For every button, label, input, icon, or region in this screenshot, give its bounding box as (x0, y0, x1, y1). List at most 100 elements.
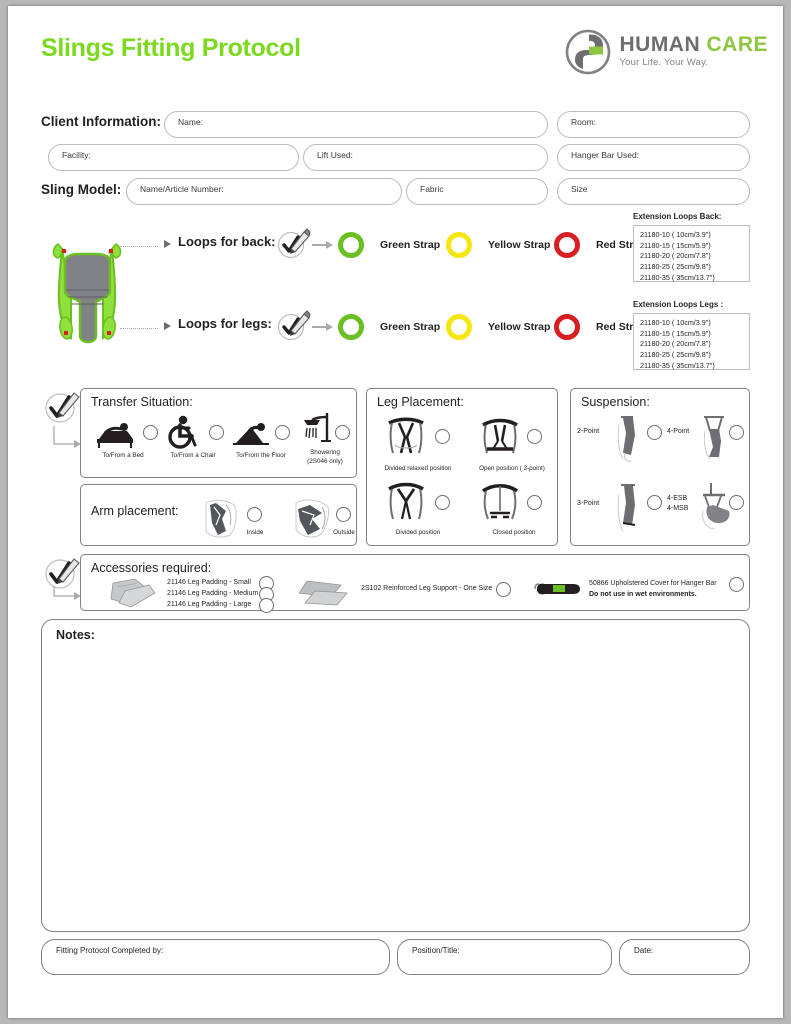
loops-legs-option-yellow-strap-label: Yellow Strap (488, 321, 551, 333)
field-lift-used[interactable]: Lift Used: (303, 144, 548, 171)
accessory-leg-padding-medium-label: 21146 Leg Padding - Medium (167, 590, 259, 597)
transfer-option-floor-label: To/From the Floor (236, 452, 286, 459)
sling-model-label: Sling Model: (41, 182, 122, 197)
sling-open-3point-icon (475, 415, 525, 459)
loops-legs-option-green-strap[interactable] (338, 314, 364, 340)
leg-placement-option-closed[interactable] (527, 495, 542, 510)
leg-placement-option-divided-relaxed-label: Divided relaxed position (384, 465, 452, 472)
suspension-3point-icon (613, 481, 643, 535)
arm-placement-option-inside[interactable] (247, 507, 262, 522)
leg-padding-icon (105, 577, 161, 609)
field-facility-label: Facility: (62, 150, 91, 160)
field-date[interactable]: Date: (619, 939, 750, 975)
field-name-article-number[interactable]: Name/Article Number: (126, 178, 402, 205)
accessory-hanger-bar-cover-warning: Do not use in wet environments. (589, 591, 697, 598)
field-name[interactable]: Name: (164, 111, 548, 138)
leg-placement-option-divided-relaxed[interactable] (435, 429, 450, 444)
suspension-2point-icon (613, 413, 643, 463)
wheelchair-icon (163, 415, 201, 449)
pencil-check-icon-legs (276, 309, 311, 343)
arrow-icon-back (164, 240, 171, 248)
field-lift-used-label: Lift Used: (317, 150, 353, 160)
page-title: Slings Fitting Protocol (41, 34, 301, 62)
extension-loops-back-item: 21180-15 ( 15cm/5.9") (640, 240, 711, 250)
accessory-option-leg-padding-large[interactable] (259, 598, 274, 613)
notes-panel[interactable]: Notes: (41, 619, 750, 932)
loops-for-legs-label: Loops for legs: (178, 316, 272, 331)
loops-legs-option-green-strap-label: Green Strap (380, 321, 441, 333)
connector-back-line (120, 246, 158, 247)
leg-placement-option-divided-label: Divided position (395, 529, 441, 536)
human-care-logo: HUMAN CARE Your Life. Your Way. (565, 28, 768, 76)
field-fabric[interactable]: Fabric (406, 178, 548, 205)
leg-placement-option-open-3point[interactable] (527, 429, 542, 444)
accessory-leg-padding-small-label: 21146 Leg Padding - Small (167, 579, 251, 586)
loops-back-option-red-straps[interactable] (554, 232, 580, 258)
suspension-option-4esb-4msb[interactable] (729, 495, 744, 510)
suspension-4esb-icon (699, 481, 733, 535)
field-name-label: Name: (178, 117, 204, 127)
accessory-option-hanger-bar-cover[interactable] (729, 577, 744, 592)
accessory-reinforced-leg-support-label: 2S102 Reinforced Leg Support - One Size (361, 585, 493, 592)
field-facility[interactable]: Facility: (48, 144, 299, 171)
extension-loops-legs-title: Extension Loops Legs : (633, 300, 724, 309)
sling-illustration (38, 224, 138, 349)
transfer-option-bed[interactable] (143, 425, 158, 440)
arrow-to-ring-icon-back (312, 240, 334, 250)
leg-placement-option-open-3point-label: Open position ( 3-point) (479, 465, 545, 472)
loops-for-back-label: Loops for back: (178, 234, 276, 249)
field-hanger-bar-used-label: Hanger Bar Used: (571, 150, 640, 160)
field-size-label: Size (571, 184, 588, 194)
human-care-logo-mark-icon (565, 29, 611, 75)
field-room[interactable]: Room: (557, 111, 750, 138)
suspension-option-3point[interactable] (647, 495, 662, 510)
field-position-title[interactable]: Position/Title: (397, 939, 612, 975)
extension-loops-back-title: Extension Loops Back: (633, 212, 722, 221)
document-page: Slings Fitting Protocol HUMAN CARE Your … (8, 6, 783, 1018)
transfer-option-floor[interactable] (275, 425, 290, 440)
arm-placement-title: Arm placement: (91, 504, 179, 518)
hanger-bar-cover-icon (533, 581, 583, 597)
extension-loops-legs-box: 21180-10 ( 10cm/3.9") 21180-15 ( 15cm/5.… (633, 313, 750, 370)
extension-loops-legs-item: 21180-35 ( 35cm/13.7") (640, 360, 715, 370)
transfer-option-showering[interactable] (335, 425, 350, 440)
client-information-label: Client Information: (41, 114, 161, 129)
leg-placement-option-divided[interactable] (435, 495, 450, 510)
accessories-panel: Accessories required: 21146 Leg Padding … (80, 554, 750, 613)
connector-arrow-accessories-icon (53, 586, 81, 600)
transfer-situation-panel: Transfer Situation: To/From a Bed To/Fro… (80, 388, 357, 478)
loops-back-option-yellow-strap[interactable] (446, 232, 472, 258)
arm-placement-option-outside[interactable] (336, 507, 351, 522)
field-fabric-label: Fabric (420, 184, 444, 194)
logo-word-human: HUMAN (619, 33, 701, 57)
leg-placement-title: Leg Placement: (377, 395, 464, 409)
suspension-option-4point[interactable] (729, 425, 744, 440)
extension-loops-back-item: 21180-20 ( 20cm/7.8") (640, 251, 711, 261)
logo-tagline: Your Life. Your Way. (619, 57, 709, 69)
accessory-leg-padding-large-label: 21146 Leg Padding - Large (167, 601, 252, 608)
field-hanger-bar-used[interactable]: Hanger Bar Used: (557, 144, 750, 171)
field-fitting-protocol-completed-by[interactable]: Fitting Protocol Completed by: (41, 939, 390, 975)
field-date-label: Date: (634, 946, 654, 955)
accessory-option-reinforced-leg-support[interactable] (496, 582, 511, 597)
suspension-4point-icon (699, 413, 729, 463)
loops-for-legs-row: Loops for legs: Green Strap Yellow Strap… (156, 308, 651, 348)
loops-legs-option-red-straps[interactable] (554, 314, 580, 340)
leg-placement-option-closed-label: Closed position (492, 529, 536, 536)
connector-arrow-panels-icon (53, 426, 81, 448)
loops-back-option-green-strap[interactable] (338, 232, 364, 258)
transfer-option-chair[interactable] (209, 425, 224, 440)
field-position-title-label: Position/Title: (412, 946, 460, 955)
suspension-option-3point-label: 3-Point (577, 500, 600, 507)
field-size[interactable]: Size (557, 178, 750, 205)
loops-legs-option-yellow-strap[interactable] (446, 314, 472, 340)
reinforced-leg-support-icon (297, 577, 353, 607)
arm-placement-option-inside-label: Inside (246, 529, 264, 536)
field-name-article-number-label: Name/Article Number: (140, 184, 224, 194)
pencil-check-icon-back (276, 227, 311, 261)
transfer-option-bed-label: To/From a Bed (102, 452, 144, 459)
accessories-title: Accessories required: (91, 561, 212, 575)
suspension-option-2point[interactable] (647, 425, 662, 440)
loops-back-option-yellow-strap-label: Yellow Strap (488, 239, 551, 251)
notes-title: Notes: (56, 628, 95, 642)
